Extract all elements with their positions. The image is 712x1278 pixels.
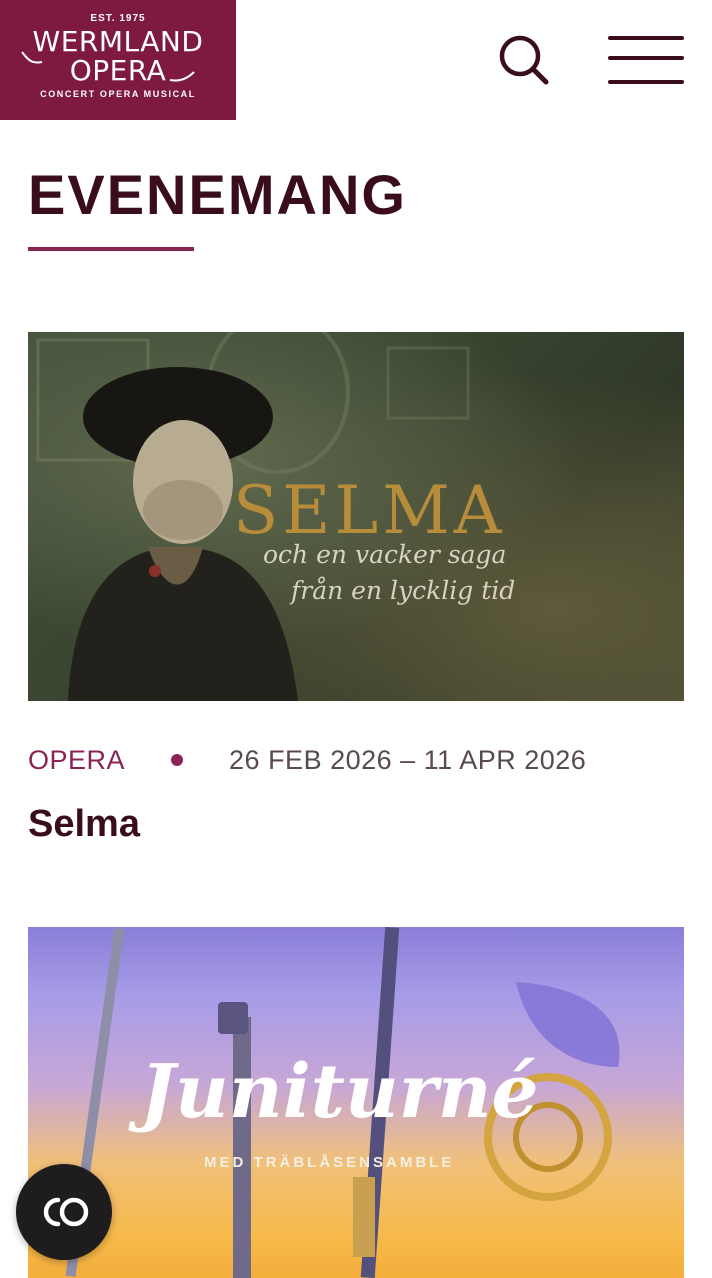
search-button[interactable]	[496, 34, 552, 86]
cookie-consent-button[interactable]	[16, 1164, 112, 1260]
logo-est: EST. 1975	[90, 13, 146, 24]
title-underline	[28, 247, 194, 251]
hamburger-menu-icon	[608, 56, 684, 60]
event-meta: OPERA 26 FEB 2026 – 11 APR 2026	[28, 742, 586, 778]
event-category[interactable]: OPERA	[28, 745, 125, 776]
page-title: EVENEMANG	[28, 163, 407, 226]
juniturne-subline: MED TRÄBLÅSENSAMBLE	[204, 1154, 455, 1171]
search-icon	[499, 35, 549, 85]
event-image-selma[interactable]: SELMA och en vacker saga från en lycklig…	[28, 332, 684, 701]
page: EST. 1975 WERMLAND OPERA CONCERT OPERA M…	[0, 0, 712, 1278]
event-image-juniturne[interactable]: Juniturné MED TRÄBLÅSENSAMBLE	[28, 927, 684, 1278]
menu-button[interactable]	[606, 34, 686, 86]
separator-dot-icon	[171, 754, 184, 766]
logo-swirl-icon	[21, 51, 195, 82]
site-logo[interactable]: EST. 1975 WERMLAND OPERA CONCERT OPERA M…	[0, 0, 236, 120]
logo-tagline: CONCERT OPERA MUSICAL	[40, 89, 196, 99]
cookie-consent-icon	[43, 1197, 89, 1227]
juniturne-headline: Juniturné	[140, 1049, 539, 1135]
selma-poster-headline: SELMA	[233, 472, 506, 549]
selma-poster-tagline-2: från en lycklig tid	[291, 576, 516, 605]
hamburger-menu-icon	[608, 36, 684, 40]
hamburger-menu-icon	[608, 80, 684, 84]
event-title[interactable]: Selma	[28, 803, 140, 846]
event-dates: 26 FEB 2026 – 11 APR 2026	[229, 744, 587, 775]
selma-poster-tagline-1: och en vacker saga	[263, 540, 507, 569]
